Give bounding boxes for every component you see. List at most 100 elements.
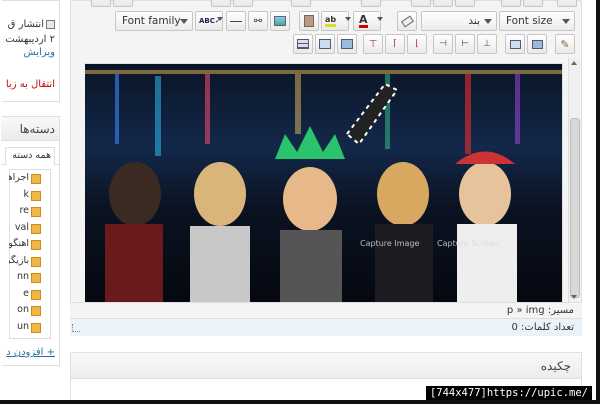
scroll-down-arrow[interactable] xyxy=(569,291,580,302)
category-checkbox[interactable] xyxy=(31,273,41,283)
toolbar-button[interactable] xyxy=(291,0,311,7)
categories-title[interactable]: دسته‌ها xyxy=(1,117,59,141)
calendar-icon xyxy=(46,19,55,29)
chevron-down-icon xyxy=(484,19,492,24)
split-cells-button[interactable] xyxy=(505,34,525,54)
spellcheck-button[interactable]: ABC✓ xyxy=(195,11,223,31)
horizontal-rule-button[interactable] xyxy=(226,11,246,31)
table-props-button[interactable] xyxy=(315,34,335,54)
categories-tabs: همه دسته xyxy=(1,147,59,165)
font-size-select[interactable]: Font size xyxy=(499,11,575,31)
category-checkbox[interactable] xyxy=(31,223,41,234)
publish-date-value: ۲ اردیبهشت xyxy=(5,34,55,45)
category-item[interactable]: on xyxy=(9,304,53,318)
category-checkbox[interactable] xyxy=(31,289,41,300)
font-size-label: Font size xyxy=(506,15,553,27)
category-label: اجراها xyxy=(9,172,29,183)
publish-box: انتشار ق ۲ اردیبهشت ویرایش انتقال به زبا xyxy=(2,0,60,102)
chevron-down-icon xyxy=(345,17,351,21)
move-to-trash-link[interactable]: انتقال به زبا xyxy=(6,79,55,90)
chevron-down-icon xyxy=(217,17,223,21)
toolbar-button[interactable] xyxy=(557,0,577,7)
category-item[interactable]: اجراها xyxy=(9,172,53,186)
merge-cells-button[interactable] xyxy=(527,34,547,54)
image-icon xyxy=(274,16,286,26)
paste-word-button[interactable] xyxy=(299,11,319,31)
find-button[interactable]: ⚯ xyxy=(248,11,268,31)
editor-scrollbar[interactable] xyxy=(568,58,580,302)
word-count-bar: تعداد کلمات: 0 xyxy=(70,318,582,336)
category-checkbox[interactable] xyxy=(31,174,41,184)
table-button[interactable] xyxy=(293,34,313,54)
category-label: e xyxy=(23,287,29,299)
toolbar-button[interactable] xyxy=(211,0,231,7)
category-item[interactable]: nn xyxy=(9,271,53,285)
category-label: بازیگرا xyxy=(9,254,29,266)
add-category-link[interactable]: + افزودن د xyxy=(6,347,55,358)
table-props-icon xyxy=(319,39,331,49)
toolbar-button[interactable] xyxy=(455,0,475,7)
category-item[interactable]: re xyxy=(9,205,53,219)
toolbar-button[interactable] xyxy=(233,0,253,7)
element-path-bar: مسیر: p » img xyxy=(70,302,582,318)
delete-col-icon: ⊥ xyxy=(483,39,491,49)
delete-row-button[interactable]: ⌊ xyxy=(407,34,427,54)
merge-cells-icon xyxy=(531,39,543,49)
word-count-label: تعداد کلمات: xyxy=(521,322,574,333)
sidebar: انتشار ق ۲ اردیبهشت ویرایش انتقال به زبا… xyxy=(0,0,62,400)
scroll-thumb[interactable] xyxy=(570,118,580,298)
row-insert-icon: ⊤ xyxy=(368,38,378,50)
category-checkbox[interactable] xyxy=(31,256,41,267)
font-family-label: Font family xyxy=(122,15,181,27)
scroll-up-arrow[interactable] xyxy=(569,58,580,69)
insert-media-button[interactable] xyxy=(270,11,290,31)
category-checkbox[interactable] xyxy=(31,190,41,201)
category-label: un xyxy=(16,320,29,332)
category-checkbox[interactable] xyxy=(31,306,41,316)
category-checklist: اجراها k re val اهنگو بازیگرا nn e on un xyxy=(9,169,51,339)
toolbar-button[interactable] xyxy=(523,0,543,7)
path-value[interactable]: p » img xyxy=(507,305,545,316)
toolbar-button[interactable] xyxy=(91,0,111,7)
edit-css-button[interactable]: ✎ xyxy=(555,34,575,54)
category-label: re xyxy=(19,205,29,216)
cell-props-button[interactable] xyxy=(337,34,357,54)
excerpt-title[interactable]: چکیده xyxy=(71,353,581,379)
category-checkbox[interactable] xyxy=(31,207,41,217)
col-insert-after-button[interactable]: ⊢ xyxy=(455,34,475,54)
category-item[interactable]: اهنگو xyxy=(9,238,53,252)
toolbar-button[interactable] xyxy=(113,0,133,7)
category-item[interactable]: k xyxy=(9,189,53,203)
toolbar-button[interactable] xyxy=(361,0,381,7)
row-insert-after-button[interactable]: ⌈ xyxy=(385,34,405,54)
row-insert-after-icon: ⌈ xyxy=(393,39,397,49)
font-family-select[interactable]: Font family xyxy=(115,11,193,31)
row-insert-before-button[interactable]: ⊤ xyxy=(363,34,383,54)
category-item[interactable]: بازیگرا xyxy=(9,255,53,269)
toolbar-row-1 xyxy=(71,0,581,9)
delete-col-button[interactable]: ⊥ xyxy=(477,34,497,54)
capture-image-overlay: Capture Image xyxy=(360,239,420,248)
category-label: k xyxy=(23,188,29,200)
category-checkbox[interactable] xyxy=(31,240,41,250)
category-item[interactable]: un xyxy=(9,321,53,335)
content-photo[interactable]: Capture Image Capture Screen xyxy=(85,64,562,302)
category-checkbox[interactable] xyxy=(31,322,41,333)
resize-grip-icon[interactable] xyxy=(72,324,80,332)
category-item[interactable]: e xyxy=(9,288,53,302)
clear-formatting-button[interactable] xyxy=(397,11,417,31)
text-color-button[interactable]: A xyxy=(353,11,381,31)
col-insert-icon: ⊣ xyxy=(439,39,447,49)
toolbar-button[interactable] xyxy=(411,0,431,7)
format-select[interactable]: بند xyxy=(421,11,497,31)
table-icon xyxy=(297,39,309,49)
category-item[interactable]: val xyxy=(9,222,53,236)
toolbar-button[interactable] xyxy=(501,0,521,7)
publish-date-line: انتشار ق xyxy=(8,19,55,30)
edit-date-link[interactable]: ویرایش xyxy=(24,47,55,58)
capture-screen-overlay: Capture Screen xyxy=(437,239,499,248)
toolbar-button[interactable] xyxy=(433,0,453,7)
col-insert-before-button[interactable]: ⊣ xyxy=(433,34,453,54)
tab-all-categories[interactable]: همه دسته xyxy=(5,147,55,165)
highlight-color-button[interactable]: ab xyxy=(321,11,349,31)
